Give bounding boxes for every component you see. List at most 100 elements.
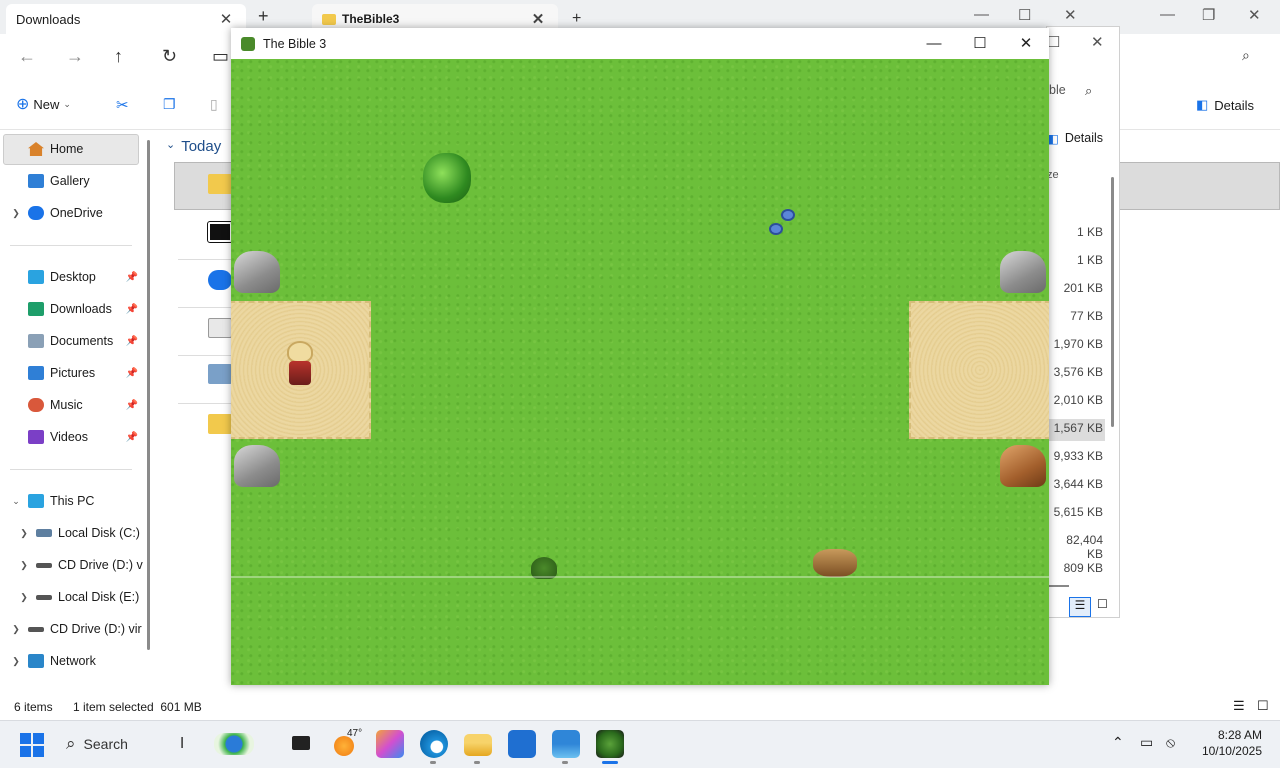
- sidebar-item-cd-drive-d-virtual[interactable]: ❯ CD Drive (D:) vir: [0, 614, 146, 644]
- pin-icon[interactable]: 📌: [126, 304, 138, 315]
- status-selection: 1 item selected 601 MB: [73, 700, 202, 714]
- minimize-icon[interactable]: —: [974, 6, 989, 23]
- close-icon[interactable]: ✕: [1248, 6, 1261, 24]
- search-icon[interactable]: ⌕: [1242, 47, 1250, 64]
- taskbar-task-view[interactable]: [286, 730, 314, 758]
- details-view-icon[interactable]: ☰: [1069, 597, 1091, 617]
- chevron-right-icon[interactable]: ❯: [8, 656, 24, 667]
- game-window-title: The Bible 3: [263, 36, 327, 51]
- file-explorer-icon[interactable]: [464, 734, 492, 756]
- sidebar-item-home[interactable]: Home: [0, 134, 146, 164]
- game-taskbar-icon[interactable]: [596, 730, 624, 758]
- taskbar-weather[interactable]: 47°: [331, 728, 362, 758]
- copy-icon[interactable]: ❐: [163, 96, 176, 113]
- sidebar-item-network[interactable]: ❯ Network: [0, 646, 146, 676]
- sidebar-item-cd-drive-d[interactable]: ❯ CD Drive (D:) v: [0, 550, 146, 580]
- row-divider: [178, 307, 238, 308]
- start-button[interactable]: [20, 733, 44, 757]
- tiles-view-icon[interactable]: ☐: [1097, 597, 1108, 611]
- chevron-right-icon[interactable]: ❯: [8, 624, 24, 635]
- game-map[interactable]: [231, 59, 1049, 685]
- close-icon[interactable]: ✕: [1091, 33, 1104, 51]
- new-button[interactable]: ⊕ New ⌄: [16, 94, 71, 114]
- taskbar-clock[interactable]: 8:28 AM 10/10/2025: [1196, 727, 1262, 759]
- copilot-icon[interactable]: [376, 730, 404, 758]
- monitor-icon[interactable]: ▭: [212, 46, 229, 67]
- tab-downloads[interactable]: Downloads ✕: [6, 4, 246, 34]
- gallery-icon: [28, 174, 44, 188]
- sidebar-item-label: Network: [50, 654, 96, 668]
- maximize-icon[interactable]: ☐: [1047, 33, 1060, 51]
- sidebar-item-onedrive[interactable]: ❯ OneDrive: [0, 198, 146, 228]
- details-button[interactable]: ◧ Details: [1047, 131, 1103, 146]
- sidebar-item-pictures[interactable]: Pictures 📌: [0, 358, 146, 388]
- horizontal-scrollbar[interactable]: [1047, 585, 1069, 587]
- chevron-right-icon[interactable]: ❯: [16, 592, 32, 603]
- file-size-cell: 3,644 KB: [1053, 477, 1103, 491]
- pin-icon[interactable]: 📌: [126, 400, 138, 411]
- onedrive-icon: [208, 270, 232, 290]
- pin-icon[interactable]: 📌: [126, 336, 138, 347]
- minimize-icon[interactable]: —: [911, 28, 957, 59]
- sidebar-scrollbar[interactable]: [147, 140, 150, 650]
- details-button[interactable]: ◧ Details: [1196, 97, 1254, 113]
- sidebar-item-this-pc[interactable]: ⌄ This PC: [0, 486, 146, 516]
- sidebar-item-local-disk-c[interactable]: ❯ Local Disk (C:): [0, 518, 146, 548]
- file-list-scrollbar[interactable]: [1111, 177, 1114, 427]
- volume-icon[interactable]: ⦸: [1166, 734, 1175, 751]
- edge-browser-icon[interactable]: [420, 730, 448, 758]
- microsoft-store-icon[interactable]: [508, 730, 536, 758]
- download-icon: [28, 302, 44, 316]
- refresh-icon[interactable]: ↻: [162, 46, 177, 67]
- group-header-today[interactable]: ⌄ Today: [166, 138, 221, 155]
- file-size-cell: 809 KB: [1063, 561, 1103, 575]
- chevron-right-icon[interactable]: ❯: [16, 528, 32, 539]
- close-tab-icon[interactable]: ✕: [216, 10, 236, 28]
- search-icon[interactable]: ⌕: [1085, 83, 1092, 99]
- details-label: Details: [1064, 131, 1104, 145]
- sidebar-item-local-disk-e[interactable]: ❯ Local Disk (E:): [0, 582, 146, 612]
- paste-icon[interactable]: ▯: [210, 96, 218, 113]
- close-icon[interactable]: ✕: [1064, 6, 1077, 24]
- network-status-icon[interactable]: ▭: [1140, 734, 1153, 751]
- new-tab-button[interactable]: +: [572, 10, 581, 28]
- chevron-right-icon[interactable]: ❯: [16, 560, 32, 571]
- up-arrow-icon[interactable]: ↑: [114, 46, 123, 67]
- sidebar-item-music[interactable]: Music 📌: [0, 390, 146, 420]
- folder-icon: [322, 13, 336, 25]
- sidebar-item-documents[interactable]: Documents 📌: [0, 326, 146, 356]
- row-divider: [178, 403, 238, 404]
- chevron-right-icon[interactable]: ❯: [8, 208, 24, 219]
- chevron-up-icon[interactable]: ⌃: [1112, 734, 1124, 751]
- maximize-icon[interactable]: ☐: [1018, 6, 1031, 24]
- sidebar-item-desktop[interactable]: Desktop 📌: [0, 262, 146, 292]
- tiles-view-icon[interactable]: ☐: [1257, 698, 1269, 714]
- details-view-icon[interactable]: ☰: [1233, 698, 1245, 714]
- restore-icon[interactable]: ❐: [1202, 6, 1215, 24]
- pin-icon[interactable]: 📌: [126, 432, 138, 443]
- sidebar-item-videos[interactable]: Videos 📌: [0, 422, 146, 452]
- chevron-down-icon[interactable]: ⌄: [8, 496, 24, 507]
- new-tab-button[interactable]: +: [258, 6, 269, 27]
- back-arrow-icon[interactable]: ←: [18, 46, 36, 67]
- tab-thebible3-label: TheBible3: [342, 12, 400, 26]
- minimize-icon[interactable]: —: [1160, 6, 1175, 23]
- maximize-icon[interactable]: ☐: [957, 28, 1003, 59]
- pin-icon[interactable]: 📌: [126, 272, 138, 283]
- sidebar-item-gallery[interactable]: Gallery: [0, 166, 146, 196]
- forward-arrow-icon[interactable]: →: [66, 46, 84, 67]
- close-icon[interactable]: ✕: [1003, 28, 1049, 59]
- group-header-label: Today: [181, 138, 222, 155]
- cd-drive-icon: [36, 562, 52, 568]
- search-box-text[interactable]: ble: [1049, 83, 1066, 97]
- running-indicator: [474, 761, 480, 764]
- cut-icon[interactable]: ✂: [116, 96, 129, 114]
- sidebar-item-label: Local Disk (E:): [58, 590, 140, 604]
- photos-app-icon[interactable]: [552, 730, 580, 758]
- pin-icon[interactable]: 📌: [126, 368, 138, 379]
- taskbar-search[interactable]: ⌕ Search I: [56, 728, 272, 760]
- computer-icon: [28, 494, 44, 508]
- cloud-icon: [28, 206, 44, 220]
- sidebar-item-downloads[interactable]: Downloads 📌: [0, 294, 146, 324]
- close-tab-icon[interactable]: ✕: [528, 10, 548, 28]
